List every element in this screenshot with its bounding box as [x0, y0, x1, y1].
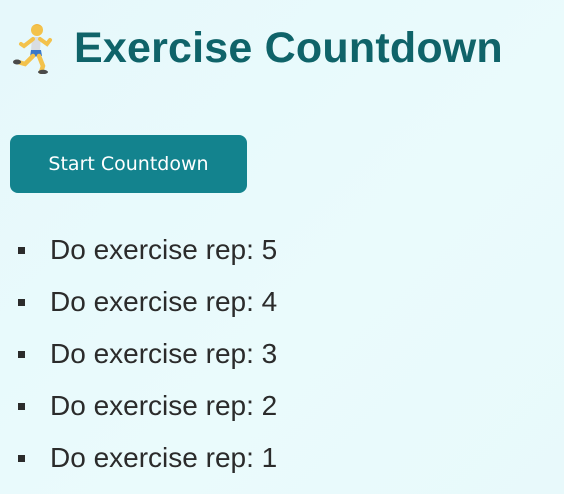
bullet-icon — [18, 402, 25, 410]
rep-label: Do exercise rep: 4 — [50, 286, 278, 317]
bullet-icon — [18, 454, 25, 462]
bullet-icon — [18, 246, 25, 254]
page-title: Exercise Countdown — [74, 23, 503, 72]
page-header: Exercise Countdown — [10, 18, 503, 78]
bullet-icon — [18, 350, 25, 358]
rep-label: Do exercise rep: 3 — [50, 338, 278, 369]
rep-label: Do exercise rep: 5 — [50, 234, 278, 265]
start-countdown-button[interactable]: Start Countdown — [10, 135, 247, 193]
bullet-icon — [18, 298, 25, 306]
rep-label: Do exercise rep: 2 — [50, 390, 278, 421]
rep-label: Do exercise rep: 1 — [50, 442, 278, 473]
runner-icon — [10, 22, 56, 75]
